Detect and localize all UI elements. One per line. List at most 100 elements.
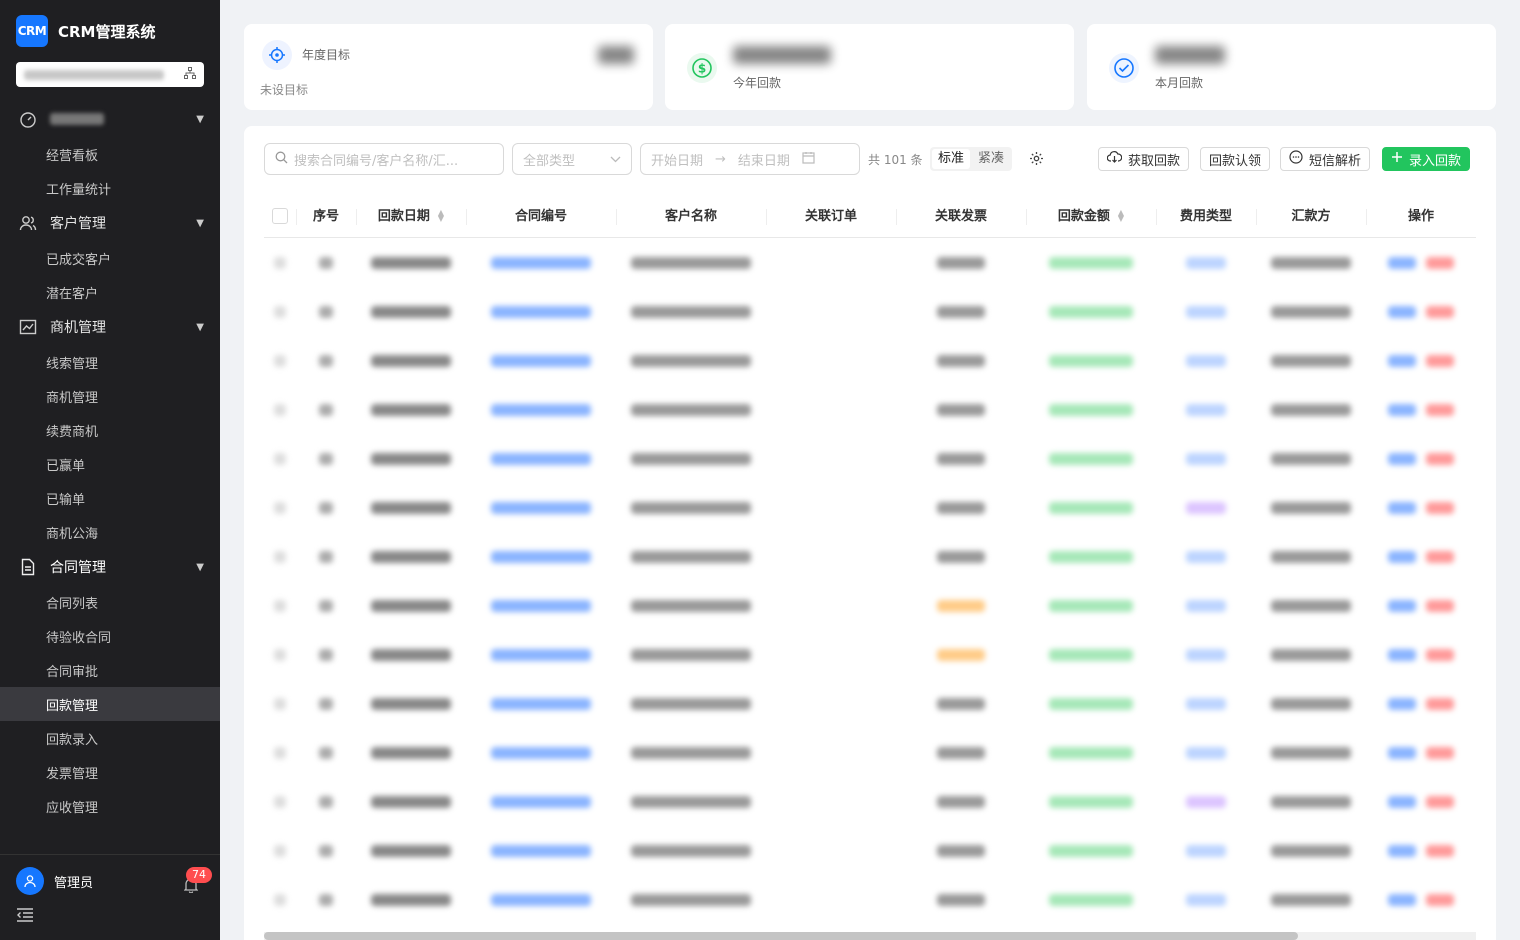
delete-action-redacted[interactable] [1426, 354, 1454, 367]
sidebar-item-leads[interactable]: 线索管理 [0, 345, 220, 379]
gear-icon[interactable] [1029, 151, 1044, 170]
delete-action-redacted[interactable] [1426, 305, 1454, 318]
redacted-value [1271, 844, 1351, 857]
edit-action-redacted[interactable] [1388, 893, 1416, 906]
sidebar-item-won[interactable]: 已赢单 [0, 447, 220, 481]
delete-action-redacted[interactable] [1426, 746, 1454, 759]
table-row[interactable] [264, 581, 1476, 630]
search-input[interactable]: 搜索合同编号/客户名称/汇... [264, 143, 504, 175]
sort-icon[interactable]: ▲ ▼ [438, 209, 444, 223]
sidebar-item-pending-acceptance[interactable]: 待验收合同 [0, 619, 220, 653]
sidebar-item-contract-approval[interactable]: 合同审批 [0, 653, 220, 687]
delete-action-redacted[interactable] [1426, 256, 1454, 269]
sidebar-item-potential-customers[interactable]: 潜在客户 [0, 275, 220, 309]
sidebar-item-lost[interactable]: 已输单 [0, 481, 220, 515]
sidebar-item-business-board[interactable]: 经营看板 [0, 137, 220, 171]
sidebar-item-closed-customers[interactable]: 已成交客户 [0, 241, 220, 275]
fetch-payment-button[interactable]: 获取回款 [1098, 147, 1190, 171]
column-payment-date[interactable]: 回款日期 ▲ ▼ [356, 196, 466, 238]
edit-action-redacted[interactable] [1388, 501, 1416, 514]
delete-action-redacted[interactable] [1426, 452, 1454, 465]
sidebar-item-payment-entry[interactable]: 回款录入 [0, 721, 220, 755]
table-row[interactable] [264, 385, 1476, 434]
table-row[interactable] [264, 728, 1476, 777]
density-standard[interactable]: 标准 [932, 149, 971, 169]
edit-action-redacted[interactable] [1388, 550, 1416, 563]
table-row[interactable] [264, 287, 1476, 336]
menu-group-dashboard[interactable]: ▼ [0, 101, 220, 137]
edit-action-redacted[interactable] [1388, 599, 1416, 612]
edit-action-redacted[interactable] [1388, 697, 1416, 710]
redacted-value [274, 893, 286, 906]
table-row[interactable] [264, 875, 1476, 924]
target-icon [262, 40, 292, 70]
table-row[interactable] [264, 238, 1476, 287]
sidebar-item-contract-list[interactable]: 合同列表 [0, 585, 220, 619]
table-cell [1366, 844, 1476, 857]
redacted-value [274, 697, 286, 710]
delete-action-redacted[interactable] [1426, 599, 1454, 612]
sort-icon[interactable]: ▲ ▼ [1118, 209, 1124, 223]
type-select[interactable]: 全部类型 [512, 143, 632, 175]
edit-action-redacted[interactable] [1388, 648, 1416, 661]
delete-action-redacted[interactable] [1426, 795, 1454, 808]
table-row[interactable] [264, 777, 1476, 826]
delete-action-redacted[interactable] [1426, 501, 1454, 514]
delete-action-redacted[interactable] [1426, 893, 1454, 906]
sidebar-item-payment-management[interactable]: 回款管理 [0, 687, 220, 721]
edit-action-redacted[interactable] [1388, 403, 1416, 416]
date-range-picker[interactable]: 开始日期 → 结束日期 [640, 143, 860, 175]
chevron-down-icon [610, 152, 621, 167]
column-payment-amount[interactable]: 回款金额 ▲ ▼ [1026, 196, 1156, 238]
redacted-value [1186, 501, 1226, 514]
sidebar-item-receivables[interactable]: 应收管理 [0, 789, 220, 823]
scrollbar-thumb[interactable] [264, 932, 1298, 940]
sms-parse-button[interactable]: 短信解析 [1280, 147, 1371, 171]
menu-group-opportunities[interactable]: 商机管理 ▼ [0, 309, 220, 345]
table-row[interactable] [264, 434, 1476, 483]
table-row[interactable] [264, 679, 1476, 728]
org-selector[interactable] [16, 62, 204, 87]
table-cell [1156, 893, 1256, 906]
redacted-value [274, 746, 286, 759]
sidebar-item-renewals[interactable]: 续费商机 [0, 413, 220, 447]
menu-group-contracts[interactable]: 合同管理 ▼ [0, 549, 220, 585]
table-cell [1366, 452, 1476, 465]
sidebar-item-workload[interactable]: 工作量统计 [0, 171, 220, 205]
table-row[interactable] [264, 826, 1476, 875]
table-cell [296, 452, 356, 465]
menu-collapse-icon[interactable] [16, 908, 34, 926]
delete-action-redacted[interactable] [1426, 697, 1454, 710]
table-cell [264, 599, 296, 612]
select-all-checkbox[interactable] [272, 208, 288, 224]
redacted-value [937, 305, 985, 318]
edit-action-redacted[interactable] [1388, 746, 1416, 759]
delete-action-redacted[interactable] [1426, 550, 1454, 563]
add-payment-button[interactable]: 录入回款 [1382, 147, 1471, 171]
table-row[interactable] [264, 336, 1476, 385]
sidebar-item-invoices[interactable]: 发票管理 [0, 755, 220, 789]
density-compact[interactable]: 紧凑 [972, 149, 1010, 169]
claim-payment-button[interactable]: 回款认领 [1200, 147, 1271, 171]
table-row[interactable] [264, 532, 1476, 581]
sidebar-item-opportunities[interactable]: 商机管理 [0, 379, 220, 413]
table-row[interactable] [264, 483, 1476, 532]
table-cell [1366, 550, 1476, 563]
menu-group-customers[interactable]: 客户管理 ▼ [0, 205, 220, 241]
delete-action-redacted[interactable] [1426, 403, 1454, 416]
edit-action-redacted[interactable] [1388, 452, 1416, 465]
delete-action-redacted[interactable] [1426, 844, 1454, 857]
table-row[interactable] [264, 630, 1476, 679]
edit-action-redacted[interactable] [1388, 256, 1416, 269]
redacted-value [631, 697, 751, 710]
horizontal-scrollbar[interactable] [264, 932, 1476, 940]
edit-action-redacted[interactable] [1388, 795, 1416, 808]
redacted-value [631, 648, 751, 661]
redacted-value [1186, 648, 1226, 661]
redacted-value [1186, 893, 1226, 906]
edit-action-redacted[interactable] [1388, 354, 1416, 367]
sidebar-item-opportunity-pool[interactable]: 商机公海 [0, 515, 220, 549]
edit-action-redacted[interactable] [1388, 305, 1416, 318]
delete-action-redacted[interactable] [1426, 648, 1454, 661]
edit-action-redacted[interactable] [1388, 844, 1416, 857]
